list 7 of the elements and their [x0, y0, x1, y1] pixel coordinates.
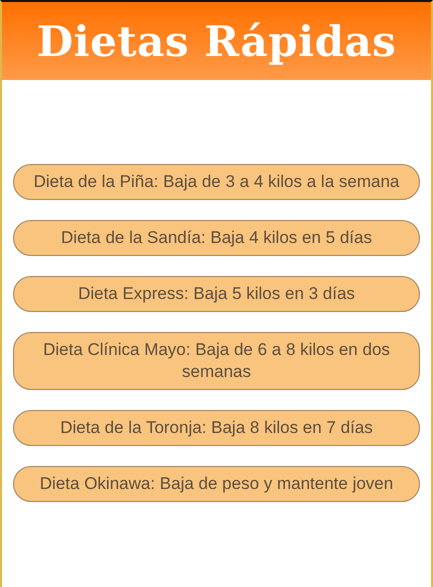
diet-button[interactable]: Dieta Clínica Mayo: Baja de 6 a 8 kilos en dos semanas — [13, 332, 420, 390]
diet-button[interactable]: Dieta de la Piña: Baja de 3 a 4 kilos a la semana — [13, 164, 420, 200]
app-title: Dietas Rápidas — [36, 16, 396, 66]
diet-button[interactable]: Dieta Express: Baja 5 kilos en 3 días — [13, 276, 420, 312]
diet-button[interactable]: Dieta Okinawa: Baja de peso y mantente joven — [13, 466, 420, 502]
diet-button[interactable]: Dieta de la Sandía: Baja 4 kilos en 5 días — [13, 220, 420, 256]
diet-button[interactable]: Dieta de la Toronja: Baja 8 kilos en 7 días — [13, 410, 420, 446]
